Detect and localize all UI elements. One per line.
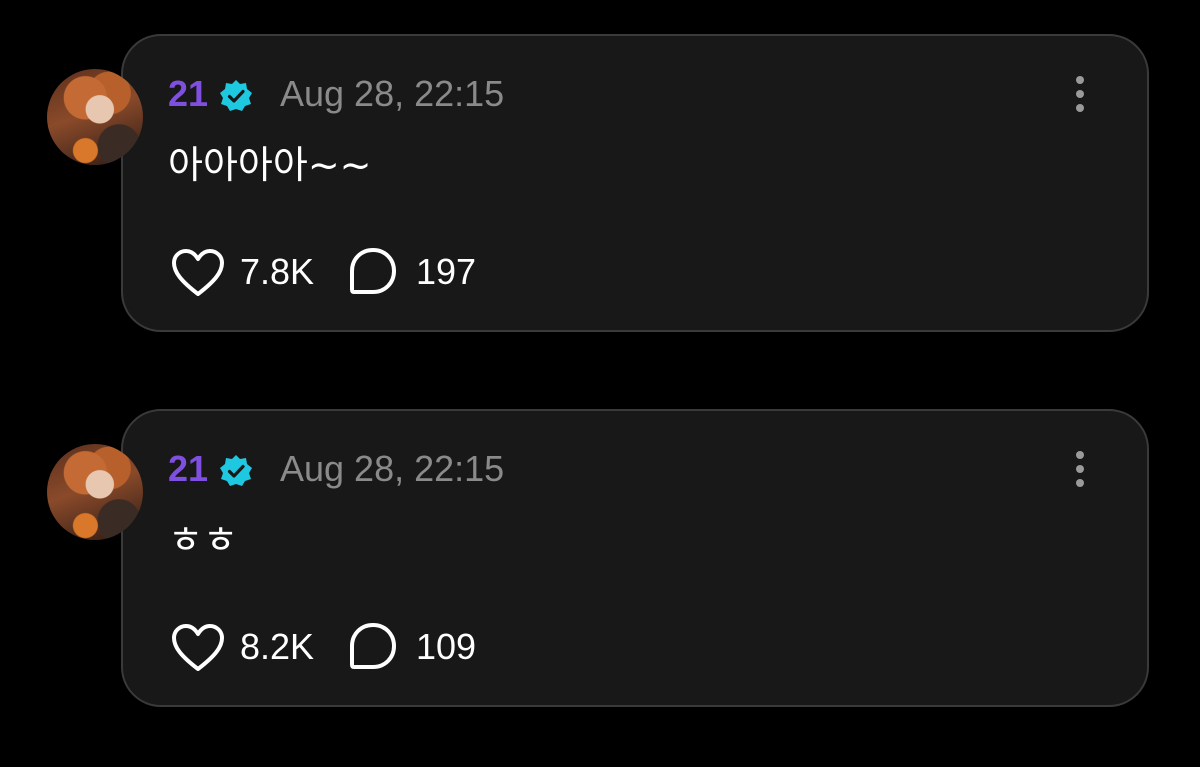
- heart-icon[interactable]: [171, 248, 225, 298]
- post-timestamp: Aug 28, 22:15: [280, 448, 505, 489]
- more-options-icon[interactable]: [1062, 447, 1098, 491]
- post: 21 Aug 28, 22:15 ㅎㅎ 8.2K 109: [0, 409, 1200, 709]
- like-count: 7.8K: [240, 251, 315, 292]
- verified-badge-icon: [220, 80, 252, 111]
- reply-bubble-icon[interactable]: [348, 622, 398, 672]
- avatar[interactable]: [47, 69, 143, 165]
- post-timestamp: Aug 28, 22:15: [280, 73, 505, 114]
- reply-count: 197: [416, 251, 477, 292]
- like-count: 8.2K: [240, 626, 315, 667]
- author-name[interactable]: 21: [168, 449, 208, 489]
- author-name[interactable]: 21: [168, 74, 208, 114]
- heart-icon[interactable]: [171, 623, 225, 673]
- more-options-icon[interactable]: [1062, 72, 1098, 116]
- reply-count: 109: [416, 626, 477, 667]
- post: 21 Aug 28, 22:15 아아아아~~ 7.8K 197: [0, 34, 1200, 334]
- post-text: 아아아아~~: [168, 143, 372, 187]
- verified-badge-icon: [220, 455, 252, 486]
- avatar[interactable]: [47, 444, 143, 540]
- post-text: ㅎㅎ: [168, 518, 238, 562]
- reply-bubble-icon[interactable]: [348, 247, 398, 297]
